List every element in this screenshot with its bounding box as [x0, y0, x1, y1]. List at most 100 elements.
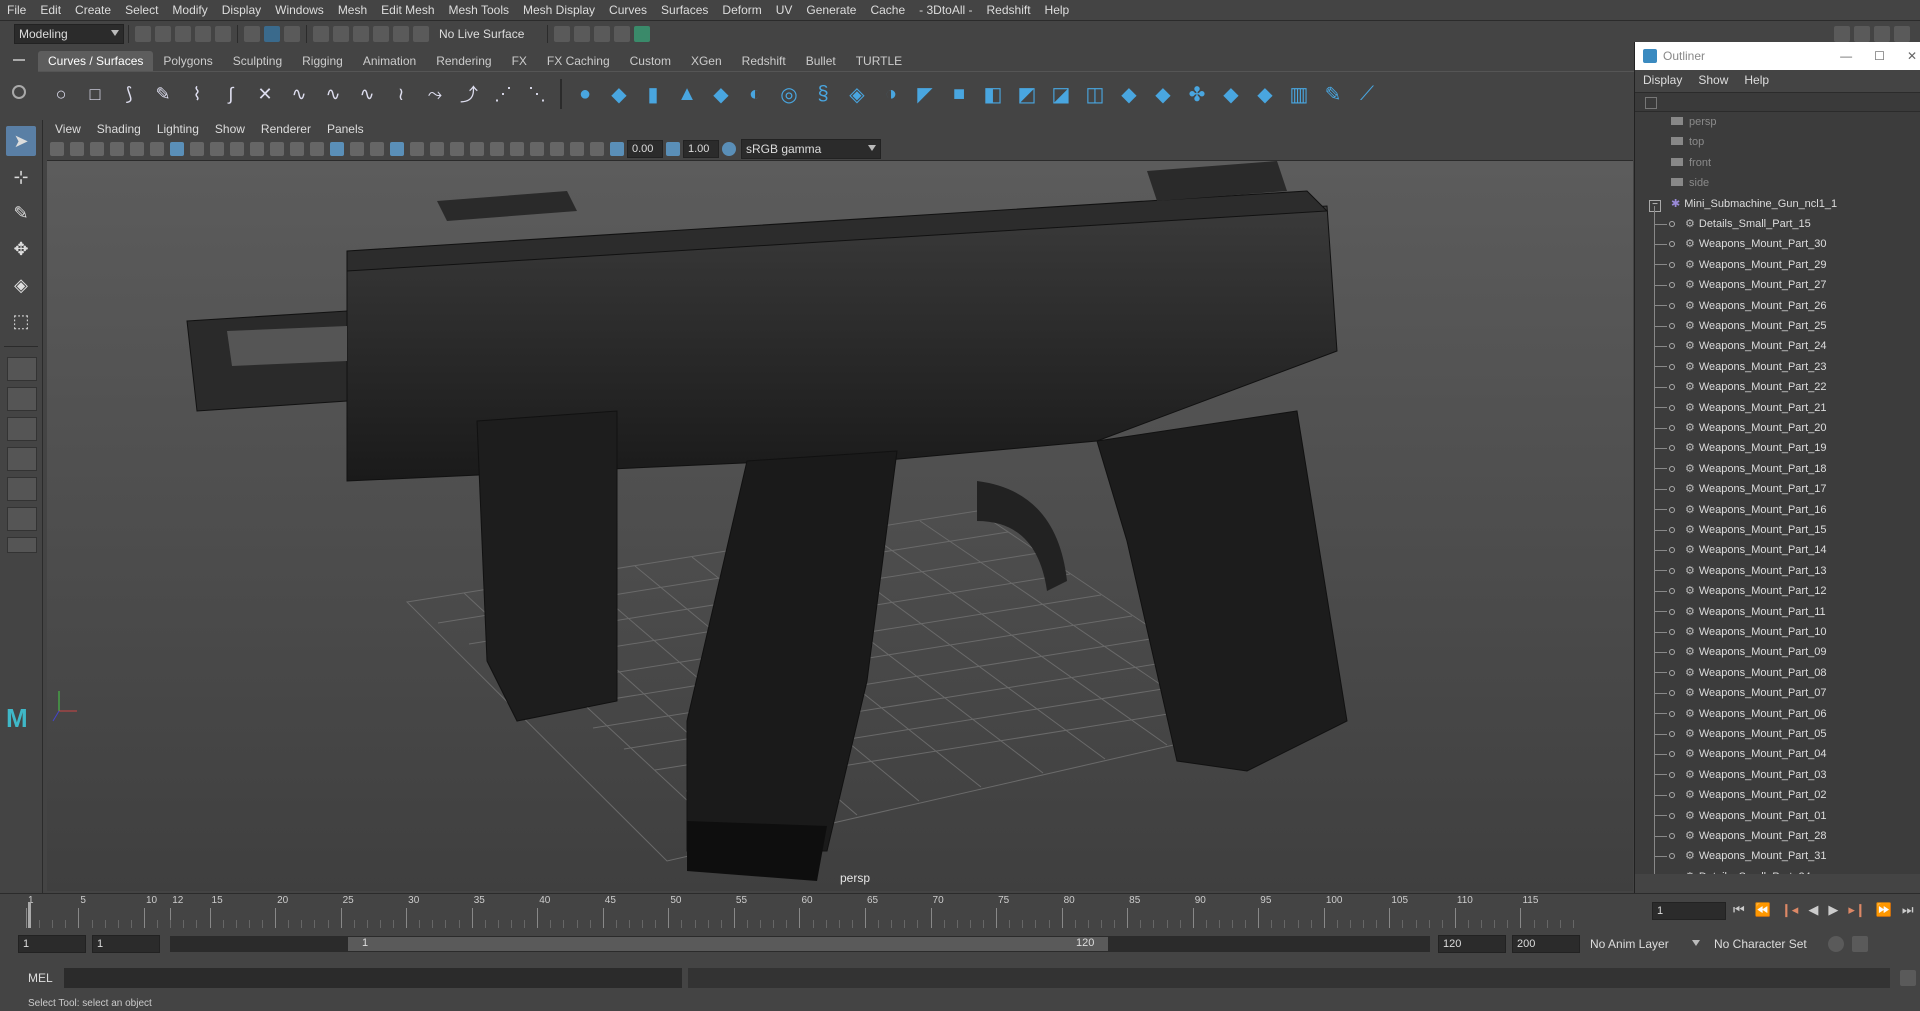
outliner-mesh-item[interactable]: ⚙ Details_Small_Part_15	[1655, 214, 1811, 234]
outliner-mesh-item[interactable]: ⚙ Weapons_Mount_Part_21	[1655, 398, 1826, 418]
expand-icon[interactable]	[1669, 710, 1675, 717]
rotate-tool-icon[interactable]: ◈	[6, 270, 36, 300]
smooth-shade-icon[interactable]	[330, 142, 344, 156]
persp-graph-layout-icon[interactable]	[7, 447, 37, 471]
expand-icon[interactable]	[1669, 486, 1675, 493]
shelf-tab-fx-caching[interactable]: FX Caching	[537, 51, 620, 71]
menu-uv[interactable]: UV	[769, 0, 800, 20]
safe-title-icon[interactable]	[290, 142, 304, 156]
select-component-icon[interactable]	[284, 26, 300, 42]
menu-create[interactable]: Create	[68, 0, 118, 20]
field-chart-icon[interactable]	[250, 142, 264, 156]
menu-display[interactable]: Display	[215, 0, 268, 20]
outliner-mesh-item[interactable]: ⚙ Weapons_Mount_Part_09	[1655, 642, 1826, 662]
expand-icon[interactable]	[1669, 343, 1675, 350]
maximize-icon[interactable]: ☐	[1874, 49, 1885, 63]
nurbs-cylinder-icon[interactable]: ▮	[640, 81, 666, 107]
expand-icon[interactable]	[1669, 731, 1675, 738]
birail-icon[interactable]: ◤	[912, 81, 938, 107]
goto-end-icon[interactable]: ⏭	[1902, 902, 1914, 918]
outliner-mesh-item[interactable]: ⚙ Weapons_Mount_Part_20	[1655, 418, 1826, 438]
expand-icon[interactable]	[1669, 323, 1675, 330]
attach-curve-icon[interactable]: ∿	[286, 81, 312, 107]
panel-menu-shading[interactable]: Shading	[89, 122, 149, 136]
bevel-icon[interactable]: ◩	[1014, 81, 1040, 107]
shelf-tab-fx[interactable]: FX	[502, 51, 537, 71]
xray-icon[interactable]	[550, 142, 564, 156]
colorspace-dropdown[interactable]: sRGB gamma	[741, 139, 881, 159]
grid-toggle-icon[interactable]	[170, 142, 184, 156]
outliner-mesh-item[interactable]: ⚙ Weapons_Mount_Part_13	[1655, 561, 1826, 581]
outliner-mesh-item[interactable]: ⚙ Weapons_Mount_Part_30	[1655, 234, 1826, 254]
exposure-toggle-icon[interactable]	[610, 142, 624, 156]
render-view-icon[interactable]	[614, 26, 630, 42]
nurbs-square-icon[interactable]: □	[82, 81, 108, 107]
outliner-mesh-item[interactable]: ⚙ Weapons_Mount_Part_31	[1655, 846, 1826, 866]
panel-menu-lighting[interactable]: Lighting	[149, 122, 207, 136]
shelf-tab-redshift[interactable]: Redshift	[732, 51, 796, 71]
collapse-icon[interactable]: −	[1649, 199, 1661, 212]
shelf-tab-turtle[interactable]: TURTLE	[846, 51, 912, 71]
nurbs-sphere-icon[interactable]: ●	[572, 81, 598, 107]
expand-icon[interactable]	[1669, 669, 1675, 676]
outliner-camera-item[interactable]: front	[1671, 153, 1711, 173]
gamma-toggle-icon[interactable]	[666, 142, 680, 156]
expand-icon[interactable]	[1669, 833, 1675, 840]
range-slider[interactable]: 1 120	[170, 936, 1430, 952]
square-surface-icon[interactable]: ◧	[980, 81, 1006, 107]
outliner-mesh-item[interactable]: ⚙ Weapons_Mount_Part_29	[1655, 255, 1826, 275]
wireframe-on-shaded-icon[interactable]	[370, 142, 384, 156]
outliner-mesh-item[interactable]: ⚙ Weapons_Mount_Part_19	[1655, 438, 1826, 458]
mode-selector[interactable]: Modeling	[14, 24, 124, 44]
undo-icon[interactable]	[195, 26, 211, 42]
snap-point-icon[interactable]	[353, 26, 369, 42]
script-language-label[interactable]: MEL	[28, 971, 58, 985]
select-object-icon[interactable]	[264, 26, 280, 42]
goto-start-icon[interactable]: ⏮	[1733, 902, 1745, 918]
shelf-tab-animation[interactable]: Animation	[353, 51, 426, 71]
outliner-mesh-item[interactable]: ⚙ Weapons_Mount_Part_02	[1655, 785, 1826, 805]
render-settings-icon[interactable]	[554, 26, 570, 42]
lasso-tool-icon[interactable]: ⊹	[6, 162, 36, 192]
outliner-menu-help[interactable]: Help	[1736, 73, 1777, 87]
panel-menu-renderer[interactable]: Renderer	[253, 122, 319, 136]
new-scene-icon[interactable]	[135, 26, 151, 42]
start-time-field[interactable]: 1	[18, 935, 86, 953]
menu-help[interactable]: Help	[1038, 0, 1077, 20]
menu-edit-mesh[interactable]: Edit Mesh	[374, 0, 441, 20]
outliner-menu-display[interactable]: Display	[1635, 73, 1690, 87]
menu-curves[interactable]: Curves	[602, 0, 654, 20]
2d-pan-icon[interactable]	[130, 142, 144, 156]
outliner-mesh-item[interactable]: ⚙ Weapons_Mount_Part_28	[1655, 826, 1826, 846]
current-time-marker[interactable]	[28, 902, 31, 928]
camera-tools-icon[interactable]	[70, 142, 84, 156]
render-frame-icon[interactable]	[574, 26, 590, 42]
expand-icon[interactable]	[1669, 506, 1675, 513]
snap-curve-icon[interactable]	[333, 26, 349, 42]
menu-cache[interactable]: Cache	[863, 0, 912, 20]
outliner-camera-item[interactable]: side	[1671, 173, 1709, 193]
outliner-mesh-item[interactable]: ⚙ Weapons_Mount_Part_25	[1655, 316, 1826, 336]
outliner-mesh-item[interactable]: ⚙ Weapons_Mount_Part_24	[1655, 336, 1826, 356]
default-material-icon[interactable]	[350, 142, 364, 156]
save-scene-icon[interactable]	[175, 26, 191, 42]
xray-components-icon[interactable]	[590, 142, 604, 156]
persp-outliner-layout-icon[interactable]	[7, 417, 37, 441]
expand-icon[interactable]	[1669, 588, 1675, 595]
cv-curve-icon[interactable]: ⟆	[116, 81, 142, 107]
gamma-field[interactable]: 1.00	[683, 140, 719, 158]
outliner-mesh-item[interactable]: ⚙ Weapons_Mount_Part_08	[1655, 663, 1826, 683]
panel-menu-show[interactable]: Show	[207, 122, 253, 136]
tool-settings-icon[interactable]	[1894, 26, 1910, 42]
menu-mesh-display[interactable]: Mesh Display	[516, 0, 602, 20]
isolate-select-icon[interactable]	[530, 142, 544, 156]
live-surface-field[interactable]: No Live Surface	[435, 25, 543, 43]
outliner-mesh-item[interactable]: ⚙ Weapons_Mount_Part_10	[1655, 622, 1826, 642]
search-icon[interactable]	[1645, 97, 1657, 109]
anim-layer-dropdown[interactable]: No Anim Layer	[1586, 935, 1704, 953]
menu-modify[interactable]: Modify	[165, 0, 214, 20]
stitch-icon[interactable]: ▥	[1286, 81, 1312, 107]
more-layouts-icon[interactable]	[7, 537, 37, 553]
detach-curve-icon[interactable]: ∿	[320, 81, 346, 107]
planar-icon[interactable]: ◈	[844, 81, 870, 107]
